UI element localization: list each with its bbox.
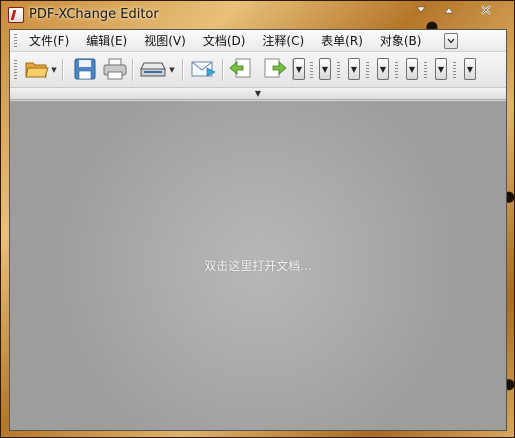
email-icon — [191, 61, 216, 77]
menu-document[interactable]: 文档(D) — [197, 31, 252, 51]
title-bar[interactable]: PDF-XChange Editor — [1, 1, 514, 29]
toolbar-separator — [132, 59, 133, 81]
toolbar-expand-button[interactable]: ▼ — [10, 88, 506, 100]
print-icon — [103, 58, 127, 80]
main-toolbar: ▼ ▼ ▼ ▼ ▼ ▼ ▼ ▼ ▼ — [10, 52, 506, 88]
toolbar-separator — [222, 59, 223, 81]
print-button[interactable] — [102, 57, 128, 81]
toolbar-grip[interactable] — [395, 62, 398, 78]
toolbar-grip[interactable] — [424, 62, 427, 78]
chevron-down-icon: ▼ — [254, 89, 262, 98]
chevron-down-icon — [447, 38, 455, 44]
toolbar-grip[interactable] — [310, 62, 313, 78]
email-button[interactable] — [190, 57, 216, 81]
menu-comment[interactable]: 注释(C) — [256, 31, 310, 51]
menu-view[interactable]: 视图(V) — [138, 31, 192, 51]
toolbar-grip[interactable] — [366, 62, 369, 78]
toolbar-grip[interactable] — [453, 62, 456, 78]
chevron-down-icon: ▼ — [437, 64, 445, 74]
save-icon — [74, 58, 96, 80]
toolbar-separator — [62, 59, 63, 81]
scanner-icon — [140, 62, 166, 77]
chevron-down-icon: ▼ — [321, 64, 329, 74]
toolbar-combo-7[interactable]: ▼ — [464, 58, 476, 80]
chevron-down-icon: ▼ — [379, 64, 387, 74]
open-button[interactable] — [24, 57, 50, 81]
app-logo-icon[interactable] — [8, 7, 24, 23]
maximize-button[interactable] — [435, 1, 463, 19]
toolbar-combo-6[interactable]: ▼ — [435, 58, 447, 80]
toolbar-combo-5[interactable]: ▼ — [406, 58, 418, 80]
maximize-icon — [444, 7, 454, 14]
back-icon — [229, 58, 251, 78]
minimize-icon — [416, 6, 426, 13]
toolbar-combo-1[interactable]: ▼ — [293, 58, 305, 80]
chevron-down-icon: ▼ — [466, 64, 474, 74]
close-button[interactable] — [463, 1, 509, 19]
toolbar-grip[interactable] — [14, 60, 17, 80]
scan-dropdown-arrow[interactable]: ▼ — [168, 66, 176, 74]
forward-icon — [264, 58, 287, 78]
menu-bar-grip[interactable] — [14, 33, 17, 48]
client-area: 文件(F) 编辑(E) 视图(V) 文档(D) 注释(C) 表单(R) 对象(B… — [9, 29, 507, 431]
open-dropdown-arrow[interactable]: ▼ — [50, 66, 58, 74]
menu-object[interactable]: 对象(B) — [374, 31, 428, 51]
menu-overflow-button[interactable] — [444, 33, 458, 49]
chevron-down-icon: ▼ — [350, 64, 358, 74]
menu-file[interactable]: 文件(F) — [23, 31, 75, 51]
toolbar-separator — [182, 59, 183, 81]
toolbar-combo-4[interactable]: ▼ — [377, 58, 389, 80]
document-area[interactable]: 双击这里打开文档... — [10, 101, 506, 430]
close-icon — [481, 5, 491, 15]
open-document-hint: 双击这里打开文档... — [204, 259, 312, 273]
save-button[interactable] — [72, 57, 98, 81]
menu-form[interactable]: 表单(R) — [315, 31, 369, 51]
chevron-down-icon: ▼ — [408, 64, 416, 74]
app-window: PDF-XChange Editor 文件(F) 编辑(E) 视图(V) 文档(… — [0, 0, 515, 438]
toolbar-combo-3[interactable]: ▼ — [348, 58, 360, 80]
toolbar-grip[interactable] — [337, 62, 340, 78]
menu-edit[interactable]: 编辑(E) — [80, 31, 133, 51]
window-title: PDF-XChange Editor — [29, 7, 159, 22]
toolbar-combo-2[interactable]: ▼ — [319, 58, 331, 80]
minimize-button[interactable] — [407, 1, 435, 19]
next-view-button[interactable] — [262, 57, 288, 81]
open-folder-icon — [25, 62, 49, 78]
previous-view-button[interactable] — [228, 57, 254, 81]
chevron-down-icon: ▼ — [295, 64, 303, 74]
scan-button[interactable] — [140, 57, 166, 81]
menu-bar: 文件(F) 编辑(E) 视图(V) 文档(D) 注释(C) 表单(R) 对象(B… — [10, 30, 506, 52]
